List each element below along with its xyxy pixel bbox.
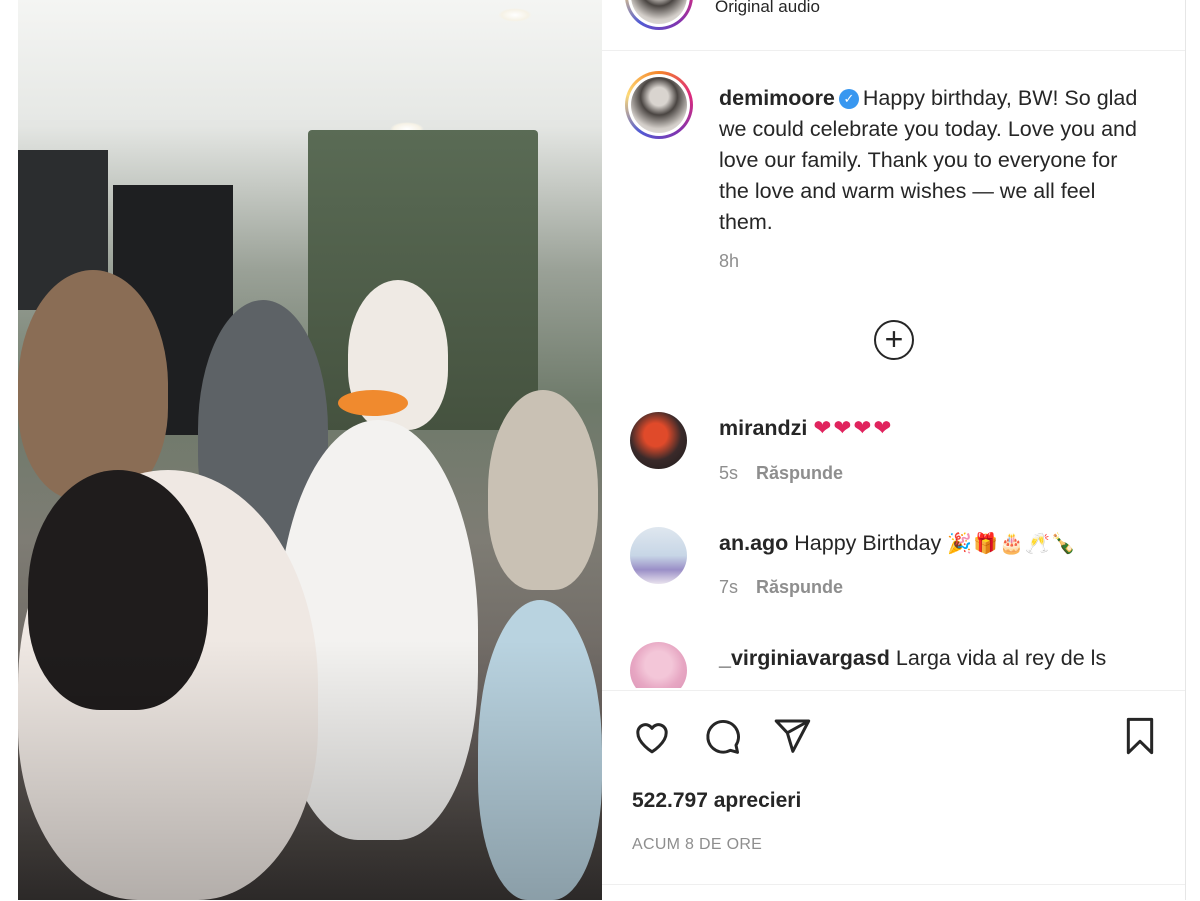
comment-time[interactable]: 5s xyxy=(719,463,738,483)
post-time[interactable]: ACUM 8 DE ORE xyxy=(632,836,762,854)
comment-item: an.ago Happy Birthday 🎉🎁🎂🥂🍾 xyxy=(719,531,1077,556)
comment-icon[interactable] xyxy=(700,714,744,758)
comment-meta: 7s Răspunde xyxy=(719,577,843,598)
post-side-panel: Original audio demimoore ✓ Happy birthday,… xyxy=(602,0,1185,900)
audio-label[interactable]: Original audio xyxy=(715,0,820,17)
instagram-post-modal: Original audio demimoore ✓ Happy birthday,… xyxy=(0,0,1200,900)
comment-username[interactable]: an.ago xyxy=(719,531,788,555)
comment-avatar[interactable] xyxy=(630,412,687,469)
comment-username[interactable]: _virginiavargasd xyxy=(719,646,890,670)
post-header: Original audio xyxy=(602,0,1185,51)
header-avatar[interactable] xyxy=(625,0,693,30)
comment-username[interactable]: mirandzi xyxy=(719,416,807,440)
video-shade xyxy=(18,640,602,900)
reply-button[interactable]: Răspunde xyxy=(756,577,843,597)
comment-text: ❤❤❤❤ xyxy=(813,416,894,441)
likes-count[interactable]: 522.797 aprecieri xyxy=(632,789,801,813)
comment-avatar[interactable] xyxy=(630,642,687,688)
backdrop-right xyxy=(1185,0,1200,900)
caption-avatar[interactable] xyxy=(625,71,693,139)
heart-icon[interactable] xyxy=(630,714,674,758)
video-cake xyxy=(338,390,408,416)
video-person xyxy=(18,270,168,500)
share-icon[interactable] xyxy=(770,714,814,758)
caption-time[interactable]: 8h xyxy=(719,251,739,272)
reply-button[interactable]: Răspunde xyxy=(756,463,843,483)
post-video[interactable] xyxy=(18,0,602,900)
plus-circle-icon[interactable]: + xyxy=(874,320,914,360)
comment-text: Larga vida al rey de ls xyxy=(895,646,1107,670)
bookmark-icon[interactable] xyxy=(1118,714,1162,758)
post-actions: 522.797 aprecieri ACUM 8 DE ORE xyxy=(602,690,1185,901)
comment-item: _virginiavargasd Larga vida al rey de ls xyxy=(719,646,1106,671)
comment-meta: 5s Răspunde xyxy=(719,463,843,484)
divider xyxy=(602,884,1185,885)
comment-emoji: 🎉🎁🎂🥂🍾 xyxy=(947,531,1077,555)
comment-time[interactable]: 7s xyxy=(719,577,738,597)
ceiling-light xyxy=(498,8,532,22)
comments-list[interactable]: demimoore ✓ Happy birthday, BW! So glad we… xyxy=(602,52,1185,688)
comment-avatar[interactable] xyxy=(630,527,687,584)
comment-item: mirandzi ❤❤❤❤ xyxy=(719,416,893,441)
backdrop-left xyxy=(0,0,18,900)
caption: demimoore ✓ Happy birthday, BW! So glad we… xyxy=(719,83,1149,238)
caption-username[interactable]: demimoore xyxy=(719,86,835,110)
comment-text: Happy Birthday xyxy=(794,531,942,555)
verified-badge-icon: ✓ xyxy=(838,89,859,109)
video-person xyxy=(488,390,598,590)
